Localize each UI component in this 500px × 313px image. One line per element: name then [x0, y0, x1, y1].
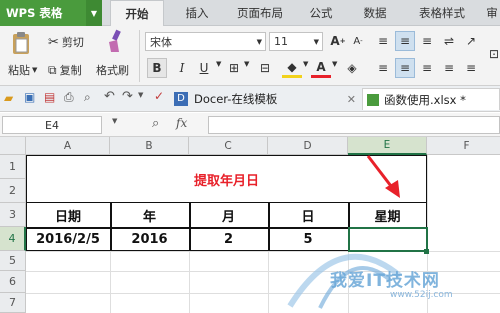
docer-icon: D	[174, 92, 188, 106]
header-cell-date[interactable]: 日期	[26, 203, 110, 227]
spreadsheet-icon	[367, 93, 379, 106]
tab-review[interactable]: 审	[484, 0, 500, 26]
chevron-down-icon: ▼	[244, 60, 250, 68]
justify-icon[interactable]: ≡	[439, 58, 459, 78]
file-tab[interactable]: 函数使用.xlsx *	[362, 88, 500, 110]
increase-font-icon[interactable]: A +	[328, 31, 348, 51]
align-right-icon[interactable]: ≡	[417, 58, 437, 78]
format-painter-button[interactable]: 格式刷	[96, 62, 129, 78]
undo-icon[interactable]: ↶	[104, 89, 115, 104]
cut-button[interactable]: ✂ 剪切	[48, 34, 84, 50]
row-header-5[interactable]: 5	[0, 251, 26, 271]
header-cell-year[interactable]: 年	[110, 203, 189, 227]
header-cell-weekday[interactable]: 星期	[348, 203, 427, 227]
clear-format-icon[interactable]: ◈	[342, 58, 362, 78]
close-icon[interactable]: ✕	[347, 93, 356, 106]
print-preview-icon[interactable]: ⌕	[84, 90, 91, 105]
align-middle-icon[interactable]: ≡	[395, 31, 415, 51]
chevron-down-icon: ▼	[332, 60, 338, 68]
bold-button[interactable]: B	[147, 58, 167, 78]
header-cell-day[interactable]: 日	[268, 203, 348, 227]
chevron-down-icon: ▼	[256, 37, 262, 46]
merge-center-icon[interactable]: ⊡	[484, 44, 500, 64]
copy-button[interactable]: ⧉ 复制	[48, 62, 82, 78]
tab-insert[interactable]: 插入	[176, 0, 218, 26]
align-left-icon[interactable]: ≡	[373, 58, 393, 78]
cell-b4[interactable]: 2016	[110, 228, 189, 251]
app-menu-button[interactable]: WPS 表格 ▼	[0, 0, 102, 26]
font-size-select[interactable]: 11 ▼	[269, 32, 323, 51]
name-box[interactable]: E4	[2, 116, 102, 134]
tab-data[interactable]: 数据	[354, 0, 396, 26]
align-center-icon[interactable]: ≡	[395, 58, 415, 78]
chevron-down-icon: ▼	[216, 60, 222, 68]
app-name: WPS 表格	[6, 6, 63, 20]
pin-icon[interactable]: ✓	[154, 89, 164, 103]
scissors-icon: ✂	[48, 34, 59, 50]
fill-color-icon[interactable]: ◆	[282, 58, 302, 78]
open-folder-icon[interactable]: ▰	[4, 91, 13, 105]
chevron-down-icon: ▼	[32, 66, 38, 74]
copy-icon: ⧉	[48, 62, 57, 77]
decrease-font-icon[interactable]: A-	[348, 31, 368, 51]
align-top-icon[interactable]: ≡	[373, 31, 393, 51]
column-header-c[interactable]: C	[189, 137, 268, 155]
print-icon[interactable]: ⎙	[64, 90, 74, 105]
cell-a4[interactable]: 2016/2/5	[26, 228, 110, 251]
font-name-select[interactable]: 宋体 ▼	[145, 32, 266, 51]
row-header-2[interactable]: 2	[0, 179, 26, 203]
watermark-text: 我爱IT技术网	[330, 271, 440, 291]
chevron-down-icon: ▼	[313, 37, 319, 46]
paste-button[interactable]: 粘贴 ▼	[8, 62, 37, 78]
tab-page-layout[interactable]: 页面布局	[226, 0, 294, 26]
function-icon[interactable]: fx	[176, 116, 187, 130]
column-header-b[interactable]: B	[110, 137, 189, 155]
distributed-icon[interactable]: ≡	[461, 58, 481, 78]
chevron-down-icon[interactable]: ▼	[112, 117, 117, 125]
header-cell-month[interactable]: 月	[189, 203, 268, 227]
cell-c4[interactable]: 2	[189, 228, 268, 251]
column-header-d[interactable]: D	[268, 137, 348, 155]
italic-button[interactable]: I	[172, 58, 192, 78]
save-icon[interactable]: ▣	[24, 90, 35, 104]
row-header-3[interactable]: 3	[0, 203, 26, 227]
row-header-1[interactable]: 1	[0, 155, 26, 179]
chevron-down-icon: ▼	[303, 60, 309, 68]
underline-button[interactable]: U	[194, 58, 214, 78]
tab-table-style[interactable]: 表格样式	[408, 0, 476, 26]
row-header-7[interactable]: 7	[0, 293, 26, 313]
docer-tab[interactable]: D Docer-在线模板 ✕	[174, 88, 356, 110]
chevron-down-icon[interactable]: ▼	[138, 91, 143, 99]
row-header-4[interactable]: 4	[0, 227, 26, 251]
tab-home[interactable]: 开始	[110, 0, 164, 27]
zoom-icon[interactable]: ⌕	[152, 116, 159, 131]
orientation-icon[interactable]: ↗	[461, 31, 481, 51]
chevron-down-icon[interactable]: ▼	[86, 0, 102, 26]
font-color-icon[interactable]: A	[311, 58, 331, 78]
arrow-icon	[366, 155, 400, 198]
brush-icon[interactable]	[104, 28, 126, 54]
formula-input[interactable]	[208, 116, 500, 134]
align-bottom-icon[interactable]: ≡	[417, 31, 437, 51]
ribbon-divider	[139, 30, 140, 82]
redo-icon[interactable]: ↷	[122, 89, 133, 104]
tab-formulas[interactable]: 公式	[300, 0, 342, 26]
watermark-url: www.52ij.com	[390, 290, 453, 300]
borders-icon[interactable]: ⊞	[224, 58, 244, 78]
export-pdf-icon[interactable]: ▤	[44, 90, 55, 104]
column-header-a[interactable]: A	[26, 137, 110, 155]
wrap-text-icon[interactable]: ⇌	[439, 31, 459, 51]
paste-icon[interactable]	[8, 30, 36, 56]
column-header-f[interactable]: F	[427, 137, 500, 155]
merge-cells-icon[interactable]: ⊟	[255, 58, 275, 78]
select-all-corner[interactable]	[0, 137, 26, 155]
row-header-6[interactable]: 6	[0, 271, 26, 293]
